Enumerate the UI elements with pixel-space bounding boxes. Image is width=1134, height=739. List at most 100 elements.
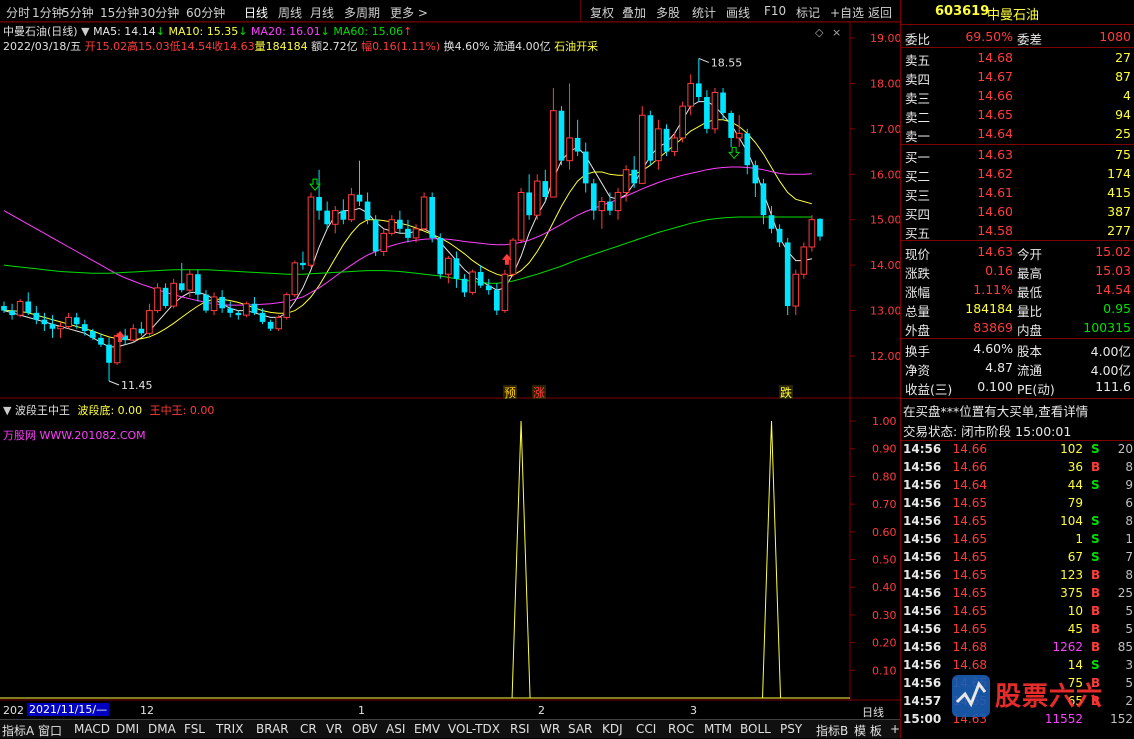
candle[interactable] — [331, 206, 339, 234]
candle[interactable] — [243, 301, 250, 318]
candle[interactable] — [429, 192, 436, 243]
indicator-tab-8[interactable]: CR — [300, 722, 317, 736]
candle[interactable] — [582, 142, 589, 193]
candle[interactable] — [49, 315, 56, 338]
candle[interactable] — [227, 301, 234, 318]
candle[interactable] — [41, 312, 48, 332]
candle[interactable] — [614, 187, 622, 220]
candle[interactable] — [517, 187, 525, 243]
candle[interactable] — [372, 215, 379, 257]
candle[interactable] — [397, 210, 403, 234]
candle[interactable] — [25, 292, 32, 316]
candle[interactable] — [526, 174, 532, 220]
notice-row[interactable]: 在买盘***位置有大买单,查看详情 — [901, 400, 1134, 420]
candle[interactable] — [720, 87, 726, 120]
indicator-tab-13[interactable]: VOL-TDX — [448, 722, 500, 736]
candle[interactable] — [485, 278, 492, 295]
candle[interactable] — [195, 269, 201, 302]
candle[interactable] — [178, 262, 185, 293]
candle[interactable] — [494, 283, 500, 316]
candle[interactable] — [704, 90, 710, 134]
candle[interactable] — [792, 269, 800, 316]
candle[interactable] — [501, 269, 509, 313]
candle[interactable] — [711, 87, 719, 134]
candle[interactable] — [566, 83, 573, 170]
candle[interactable] — [509, 237, 517, 277]
indicator-tab-1[interactable]: 窗口 — [38, 722, 62, 739]
candle[interactable] — [405, 219, 411, 243]
candle[interactable] — [170, 278, 177, 309]
indicator-tab-10[interactable]: OBV — [352, 722, 378, 736]
candle[interactable] — [655, 119, 662, 170]
indicator-tab-19[interactable]: ROC — [668, 722, 694, 736]
candle[interactable] — [251, 296, 258, 316]
candle[interactable] — [663, 124, 670, 157]
candle[interactable] — [33, 306, 40, 325]
close-pane-icon[interactable]: × — [832, 26, 841, 39]
period-indicator[interactable]: 日线 — [862, 704, 884, 720]
candle[interactable] — [16, 299, 24, 318]
indicator-tab-9[interactable]: VR — [326, 722, 343, 736]
notice-text[interactable]: 在买盘***位置有大买单,查看详情 — [903, 401, 1088, 420]
indicator-tab-25[interactable]: + — [890, 722, 900, 736]
candle[interactable] — [598, 197, 606, 229]
indicator-tab-16[interactable]: SAR — [568, 722, 592, 736]
candle[interactable] — [291, 260, 299, 297]
indicator-tab-7[interactable]: BRAR — [256, 722, 289, 736]
candle[interactable] — [356, 160, 363, 207]
indicator-tab-12[interactable]: EMV — [414, 722, 440, 736]
candle[interactable] — [388, 215, 396, 236]
candle[interactable] — [340, 199, 347, 225]
candle[interactable] — [574, 119, 581, 157]
candle[interactable] — [219, 290, 225, 313]
candlestick-chart[interactable]: ◇ × 19.00 18.00 17.00 16.00 15.00 14.00 13.00 12.… — [0, 0, 900, 738]
candle[interactable] — [154, 283, 161, 313]
candle[interactable] — [364, 192, 371, 225]
candle[interactable] — [542, 169, 549, 202]
indicator-tab-11[interactable]: ASI — [386, 722, 405, 736]
candle[interactable] — [728, 110, 734, 148]
candle[interactable] — [146, 303, 153, 336]
candle[interactable] — [203, 290, 209, 313]
candle[interactable] — [590, 178, 597, 220]
candle[interactable] — [57, 321, 64, 338]
candle[interactable] — [316, 169, 322, 220]
indicator-tab-18[interactable]: CCI — [636, 722, 656, 736]
candle[interactable] — [550, 87, 557, 198]
candle[interactable] — [453, 251, 460, 288]
candle[interactable] — [65, 312, 72, 329]
candle[interactable] — [752, 160, 759, 197]
indicator-tab-22[interactable]: PSY — [780, 722, 802, 736]
indicator-tab-3[interactable]: DMI — [116, 722, 139, 736]
candle[interactable] — [138, 321, 145, 336]
indicator-tab-15[interactable]: WR — [540, 722, 560, 736]
indicator-tab-0[interactable]: 指标A — [2, 722, 34, 739]
indicator-settings-icon[interactable]: ▼ — [3, 404, 11, 417]
candle[interactable] — [283, 292, 291, 320]
candle[interactable] — [162, 283, 169, 309]
indicator-tab-20[interactable]: MTM — [704, 722, 732, 736]
indicator-tab-17[interactable]: KDJ — [602, 722, 623, 736]
candle[interactable] — [469, 269, 476, 295]
candle[interactable] — [817, 218, 823, 241]
candle[interactable] — [533, 174, 541, 220]
candle[interactable] — [631, 156, 638, 188]
candle[interactable] — [267, 319, 274, 332]
candle[interactable] — [445, 256, 452, 284]
indicator-tab-6[interactable]: TRIX — [216, 722, 243, 736]
candle[interactable] — [300, 251, 306, 270]
candle[interactable] — [437, 233, 444, 279]
candle[interactable] — [607, 192, 613, 216]
candle[interactable] — [671, 133, 678, 157]
candle[interactable] — [307, 192, 315, 268]
indicator-tab-5[interactable]: FSL — [184, 722, 205, 736]
candle[interactable] — [735, 115, 743, 148]
candle[interactable] — [679, 101, 686, 143]
candle[interactable] — [235, 310, 242, 320]
candle[interactable] — [129, 324, 137, 343]
candle[interactable] — [106, 337, 112, 381]
candle[interactable] — [380, 228, 388, 257]
indicator-tab-23[interactable]: 指标B — [816, 722, 848, 739]
candle[interactable] — [784, 237, 791, 316]
candle[interactable] — [695, 58, 702, 102]
